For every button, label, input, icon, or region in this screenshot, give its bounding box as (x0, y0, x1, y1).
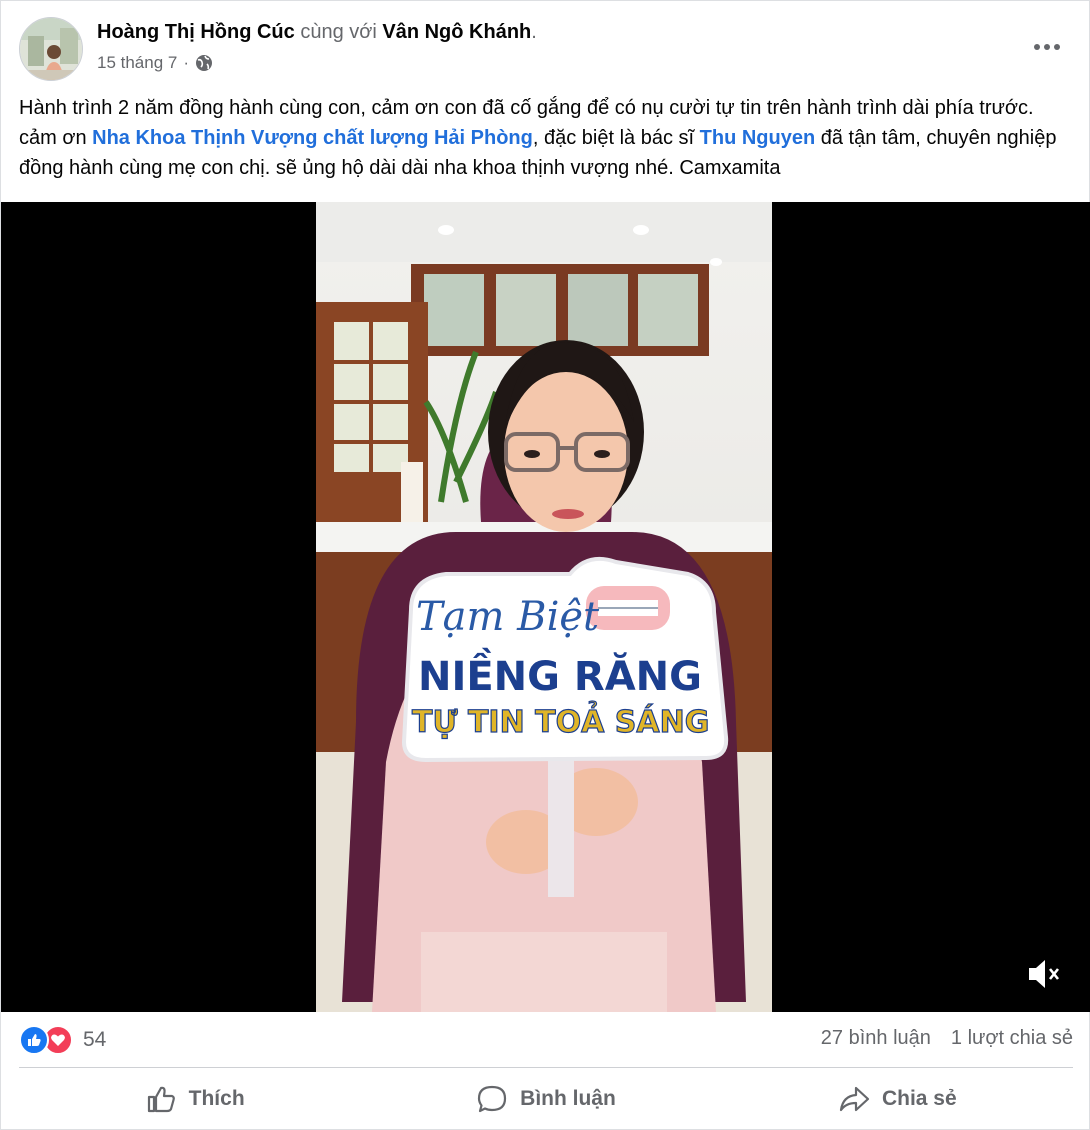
comment-button[interactable]: Bình luận (370, 1071, 721, 1127)
post-stats: 54 27 bình luận 1 lượt chia sẻ (19, 1021, 1073, 1061)
like-label: Thích (188, 1087, 245, 1110)
doctor-link[interactable]: Thu Nguyen (700, 127, 816, 149)
post-actions: Thích Bình luận Chia sẻ (19, 1071, 1073, 1127)
like-button[interactable]: Thích (19, 1071, 370, 1127)
comment-label: Bình luận (520, 1087, 616, 1110)
stats-divider (19, 1067, 1073, 1068)
post-card: Hoàng Thị Hồng Cúc cùng với Vân Ngô Khán… (0, 0, 1090, 1130)
share-arrow-icon (839, 1086, 870, 1112)
video-frame: Tạm Biệt NIỀNG RĂNG TỰ TIN TOẢ SÁNG (316, 202, 772, 1012)
share-button[interactable]: Chia sẻ (722, 1071, 1073, 1127)
sign-line-2: NIỀNG RĂNG (418, 646, 702, 700)
share-count[interactable]: 1 lượt chia sẻ (951, 1027, 1073, 1050)
engagement-counts: 27 bình luận 1 lượt chia sẻ (821, 1027, 1073, 1050)
post-text-part2: , đặc biệt là bác sĩ (532, 127, 700, 149)
meta-separator: · (183, 53, 190, 72)
sign-line-1: Tạm Biệt (416, 594, 600, 640)
reaction-count: 54 (83, 1028, 107, 1051)
clinic-link[interactable]: Nha Khoa Thịnh Vượng chất lượng Hải Phòn… (92, 127, 533, 149)
globe-icon[interactable] (195, 54, 213, 72)
author-avatar[interactable] (19, 17, 83, 81)
trailing-dot: . (531, 21, 537, 43)
comment-bubble-icon (478, 1085, 507, 1113)
mute-button[interactable] (1023, 954, 1063, 994)
with-text: cùng với (300, 21, 377, 43)
author-name[interactable]: Hoàng Thị Hồng Cúc (97, 21, 295, 43)
tagged-person[interactable]: Vân Ngô Khánh (382, 21, 531, 43)
post-header: Hoàng Thị Hồng Cúc cùng với Vân Ngô Khán… (19, 17, 1073, 81)
video-player[interactable]: Tạm Biệt NIỀNG RĂNG TỰ TIN TOẢ SÁNG (1, 202, 1090, 1012)
sign-line-3: TỰ TIN TOẢ SÁNG (412, 701, 709, 740)
post-meta: 15 tháng 7 · (97, 53, 213, 73)
more-options-button[interactable] (1027, 27, 1067, 67)
more-icon (1034, 44, 1060, 50)
thumbs-up-icon (147, 1086, 175, 1113)
comment-count[interactable]: 27 bình luận (821, 1027, 931, 1050)
author-line: Hoàng Thị Hồng Cúc cùng với Vân Ngô Khán… (97, 21, 537, 44)
speaker-muted-icon (1029, 960, 1060, 988)
like-reaction-icon (19, 1025, 49, 1055)
share-label: Chia sẻ (881, 1087, 957, 1110)
post-text: Hành trình 2 năm đồng hành cùng con, cảm… (19, 93, 1075, 183)
reactions-summary[interactable]: 54 (19, 1025, 106, 1055)
post-date[interactable]: 15 tháng 7 (97, 53, 177, 73)
